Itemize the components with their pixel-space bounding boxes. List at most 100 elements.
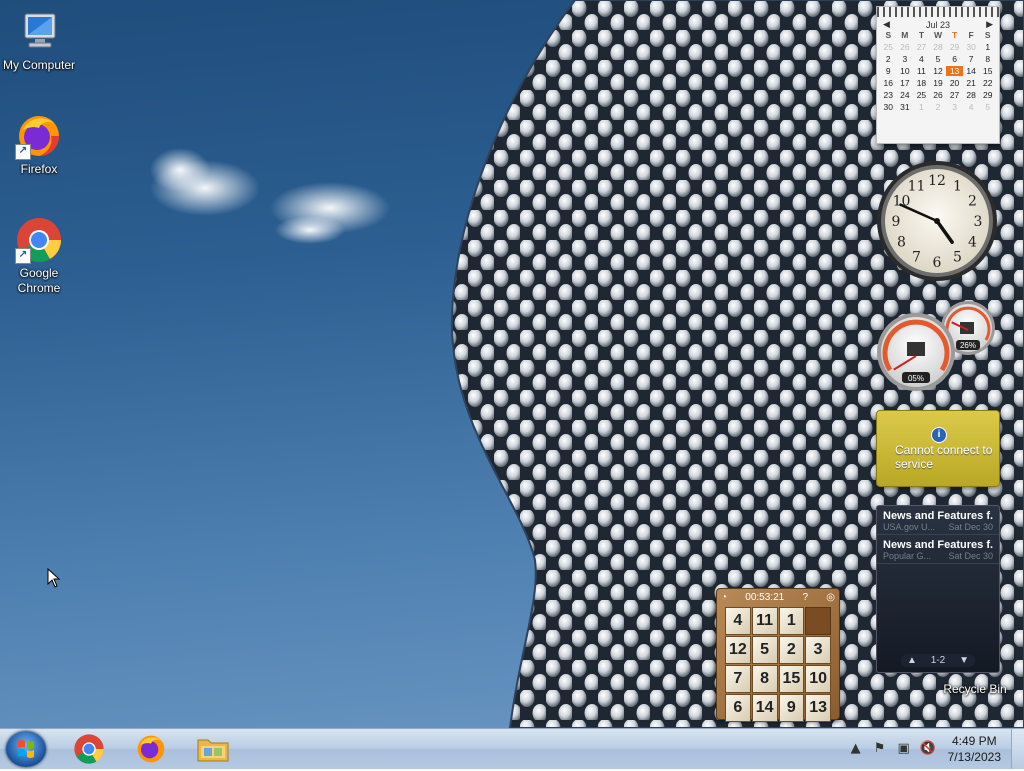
calendar-gadget[interactable]: ◀ Jul 23 ▶ S M T W T F S 25 26 27 28 29 30 1 2 3 4 5 6 7 8 9 1… bbox=[876, 6, 1000, 144]
puzzle-tile[interactable]: 2 bbox=[778, 636, 805, 664]
calendar-weekday: F bbox=[968, 30, 974, 40]
clock-numeral: 4 bbox=[968, 235, 977, 251]
show-desktop-button[interactable] bbox=[1011, 729, 1024, 769]
calendar-day[interactable]: 5 bbox=[930, 54, 947, 64]
action-center-flag-icon[interactable]: ⚑ bbox=[871, 740, 889, 758]
calendar-day[interactable]: 15 bbox=[979, 66, 996, 76]
calendar-day[interactable]: 5 bbox=[979, 102, 996, 112]
desktop-icon-my-computer[interactable]: My Computer bbox=[0, 8, 78, 73]
start-button[interactable] bbox=[6, 731, 46, 767]
calendar-day[interactable]: 23 bbox=[880, 90, 897, 100]
taskbar-firefox-button[interactable] bbox=[124, 731, 178, 767]
calendar-day[interactable]: 28 bbox=[930, 42, 947, 52]
calendar-day[interactable]: 11 bbox=[913, 66, 930, 76]
feed-headlines-gadget[interactable]: News and Features f... USA.gov U... Sat D… bbox=[876, 505, 1000, 673]
calendar-day[interactable]: 22 bbox=[979, 78, 996, 88]
puzzle-tile[interactable]: 8 bbox=[751, 665, 778, 693]
calendar-day[interactable]: 21 bbox=[963, 78, 980, 88]
chrome-icon: ↗ bbox=[15, 216, 63, 264]
calendar-day[interactable]: 14 bbox=[963, 66, 980, 76]
calendar-day[interactable]: 26 bbox=[897, 42, 914, 52]
calendar-day[interactable]: 30 bbox=[880, 102, 897, 112]
calendar-day[interactable]: 10 bbox=[897, 66, 914, 76]
feed-item-title: News and Features f... bbox=[883, 539, 993, 551]
puzzle-tile[interactable]: 13 bbox=[805, 694, 831, 722]
calendar-day[interactable]: 18 bbox=[913, 78, 930, 88]
calendar-day[interactable]: 1 bbox=[913, 102, 930, 112]
network-icon[interactable]: ▣ bbox=[895, 740, 913, 758]
taskbar-date: 7/13/2023 bbox=[947, 750, 1001, 764]
taskbar-explorer-button[interactable] bbox=[186, 731, 240, 767]
calendar-day[interactable]: 3 bbox=[946, 102, 963, 112]
puzzle-tile[interactable]: 1 bbox=[778, 607, 805, 635]
feed-prev-button[interactable]: ▲ bbox=[907, 655, 917, 666]
calendar-day[interactable]: 24 bbox=[897, 90, 914, 100]
calendar-day[interactable]: 9 bbox=[880, 66, 897, 76]
desktop-icon-google-chrome[interactable]: ↗ Google Chrome bbox=[0, 216, 78, 296]
puzzle-tile[interactable]: 9 bbox=[778, 694, 805, 722]
puzzle-tile[interactable]: 14 bbox=[751, 694, 778, 722]
taskbar-clock[interactable]: 4:49 PM 7/13/2023 bbox=[948, 733, 1001, 765]
next-month-button[interactable]: ▶ bbox=[986, 19, 993, 30]
cpu-meter-gadget[interactable]: 26% 05% bbox=[874, 300, 1000, 392]
calendar-day[interactable]: 31 bbox=[897, 102, 914, 112]
puzzle-tile[interactable]: 11 bbox=[751, 607, 778, 635]
puzzle-tile[interactable]: 4 bbox=[725, 607, 751, 635]
desktop-icon-firefox[interactable]: ↗ Firefox bbox=[0, 112, 78, 177]
feed-item[interactable]: News and Features f... Popular G... Sat D… bbox=[877, 535, 999, 564]
feed-next-button[interactable]: ▼ bbox=[959, 655, 969, 666]
calendar-day[interactable]: 20 bbox=[946, 78, 963, 88]
puzzle-tile[interactable]: 15 bbox=[778, 665, 805, 693]
puzzle-tile[interactable]: 7 bbox=[725, 665, 751, 693]
calendar-day[interactable]: 29 bbox=[946, 42, 963, 52]
chrome-icon bbox=[74, 734, 104, 764]
calendar-day[interactable]: 7 bbox=[963, 54, 980, 64]
prev-month-button[interactable]: ◀ bbox=[883, 19, 890, 30]
show-hidden-icons-button[interactable]: ▲ bbox=[847, 740, 865, 758]
puzzle-tile[interactable]: 12 bbox=[725, 636, 751, 664]
calendar-day[interactable]: 4 bbox=[913, 54, 930, 64]
calendar-day[interactable]: 16 bbox=[880, 78, 897, 88]
calendar-day[interactable]: 17 bbox=[897, 78, 914, 88]
desktop[interactable]: My Computer ↗ Firefox ↗ Google Chrome Re… bbox=[0, 0, 1024, 728]
volume-muted-icon[interactable]: 🔇 bbox=[919, 740, 937, 758]
feed-item-source: Popular G... bbox=[883, 551, 932, 561]
calendar-day[interactable]: 30 bbox=[963, 42, 980, 52]
puzzle-grid: 4 11 1 12 5 2 3 7 8 15 10 6 14 9 13 bbox=[725, 607, 831, 722]
puzzle-tile[interactable]: 5 bbox=[751, 636, 778, 664]
calendar-weekday: S bbox=[984, 30, 991, 40]
calendar-day[interactable]: 27 bbox=[946, 90, 963, 100]
puzzle-tile[interactable]: 10 bbox=[805, 665, 831, 693]
puzzle-tile[interactable]: 3 bbox=[805, 636, 831, 664]
weather-gadget[interactable]: i Cannot connect to service bbox=[876, 410, 1000, 487]
weather-error-message: Cannot connect to service bbox=[895, 443, 993, 471]
calendar-day[interactable]: 1 bbox=[979, 42, 996, 52]
calendar-day[interactable]: 2 bbox=[880, 54, 897, 64]
picture-icon[interactable]: ◎ bbox=[826, 592, 835, 603]
calendar-day[interactable]: 29 bbox=[979, 90, 996, 100]
feed-item[interactable]: News and Features f... USA.gov U... Sat D… bbox=[877, 506, 999, 535]
help-icon[interactable]: ? bbox=[802, 592, 808, 603]
mouse-cursor bbox=[47, 568, 61, 588]
calendar-day[interactable]: 19 bbox=[930, 78, 947, 88]
pause-icon[interactable]: ◔ bbox=[721, 592, 727, 603]
calendar-day[interactable]: 25 bbox=[880, 42, 897, 52]
taskbar-chrome-button[interactable] bbox=[62, 731, 116, 767]
calendar-day[interactable]: 12 bbox=[930, 66, 947, 76]
calendar-day[interactable]: 2 bbox=[930, 102, 947, 112]
desktop-icon-recycle-bin[interactable]: Recycle Bin bbox=[936, 682, 1014, 697]
clock-numeral: 8 bbox=[897, 235, 906, 251]
calendar-day[interactable]: 25 bbox=[913, 90, 930, 100]
calendar-day[interactable]: 6 bbox=[946, 54, 963, 64]
calendar-day[interactable]: 28 bbox=[963, 90, 980, 100]
clock-gadget[interactable]: 12 1234567891011 bbox=[874, 158, 1000, 284]
calendar-day[interactable]: 26 bbox=[930, 90, 947, 100]
calendar-day[interactable]: 8 bbox=[979, 54, 996, 64]
calendar-day[interactable]: 4 bbox=[963, 102, 980, 112]
calendar-day[interactable]: 3 bbox=[897, 54, 914, 64]
picture-puzzle-gadget[interactable]: ◔ 00:53:21 ? ◎ 4 11 1 12 5 2 3 7 8 15 10 6 14 9 13 bbox=[716, 588, 840, 722]
calendar-day-today[interactable]: 13 bbox=[946, 66, 963, 76]
calendar-day[interactable]: 27 bbox=[913, 42, 930, 52]
calendar-weekday: T bbox=[951, 30, 958, 40]
puzzle-tile[interactable]: 6 bbox=[725, 694, 751, 722]
